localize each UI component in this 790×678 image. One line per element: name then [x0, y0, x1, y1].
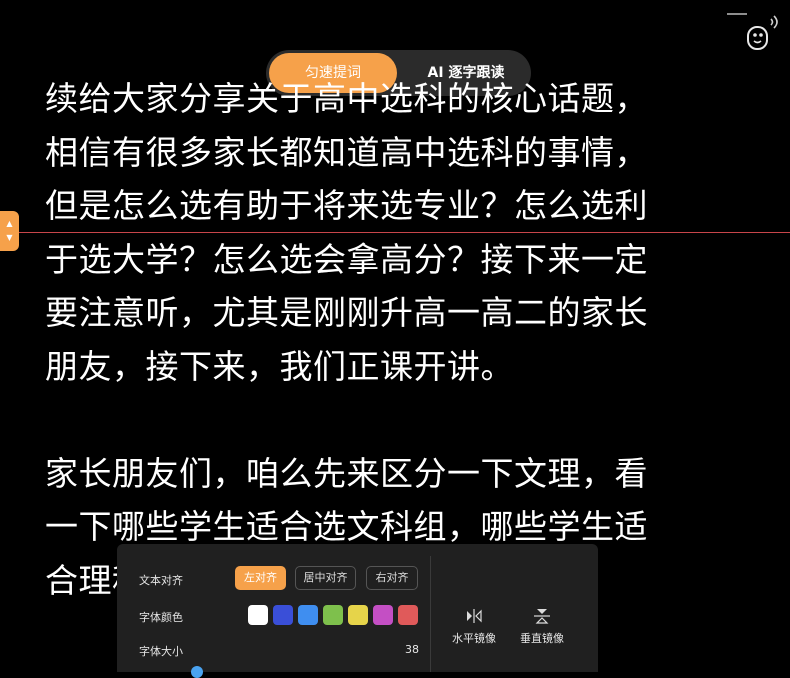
reading-guide-line — [19, 232, 790, 233]
vertical-mirror-button[interactable]: 垂直镜像 — [512, 608, 572, 646]
prompt-line: 续给大家分享关于高中选科的核心话题， — [45, 79, 648, 118]
vertical-mirror-label: 垂直镜像 — [520, 632, 564, 645]
align-right-button[interactable]: 右对齐 — [366, 566, 418, 590]
chevron-up-icon: ▲ — [6, 219, 13, 228]
font-color-label: 字体颜色 — [139, 611, 183, 624]
horizontal-mirror-label: 水平镜像 — [452, 632, 496, 645]
prompt-line: 家长朋友们，咱么先来区分一下文理，看 — [45, 453, 648, 493]
color-swatch-indigo[interactable] — [273, 605, 293, 625]
font-size-value: 38 — [405, 643, 419, 656]
prompter-text[interactable]: 续给大家分享关于高中选科的核心话题， 相信有很多家长都知道高中选科的事情， 但是… — [45, 79, 745, 607]
prompt-line: 朋友，接下来，我们正课开讲。 — [45, 346, 514, 386]
font-size-slider-knob[interactable] — [191, 666, 203, 678]
horizontal-mirror-icon — [467, 609, 482, 623]
prompt-line: 相信有很多家长都知道高中选科的事情， — [45, 132, 648, 172]
color-swatch-green[interactable] — [323, 605, 343, 625]
panel-divider — [430, 556, 431, 672]
reading-guide-handle[interactable]: ▲ ▼ — [0, 211, 19, 251]
prompt-line: 但是怎么选有助于将来选专业？怎么选利 — [45, 186, 648, 225]
color-swatch-white[interactable] — [248, 605, 268, 625]
microphone-robot-icon[interactable] — [742, 13, 782, 53]
horizontal-mirror-button[interactable]: 水平镜像 — [444, 608, 504, 646]
color-swatch-blue[interactable] — [298, 605, 318, 625]
prompt-line: 要注意听，尤其是刚刚升高一高二的家长 — [45, 293, 648, 332]
font-size-label: 字体大小 — [139, 645, 183, 658]
vertical-mirror-icon — [534, 609, 550, 624]
align-label: 文本对齐 — [139, 574, 183, 587]
align-left-button[interactable]: 左对齐 — [235, 566, 286, 590]
prompt-blank-line — [45, 393, 745, 447]
align-center-button[interactable]: 居中对齐 — [295, 566, 356, 590]
color-swatch-purple[interactable] — [373, 605, 393, 625]
chevron-down-icon: ▼ — [6, 233, 13, 242]
color-swatch-red[interactable] — [398, 605, 418, 625]
color-swatch-yellow[interactable] — [348, 605, 368, 625]
settings-panel: 文本对齐 左对齐 居中对齐 右对齐 字体颜色 字体大小 38 水平镜像 垂直镜像 — [117, 544, 598, 678]
prompt-line: 于选大学？怎么选会拿高分？接下来一定 — [45, 239, 648, 279]
